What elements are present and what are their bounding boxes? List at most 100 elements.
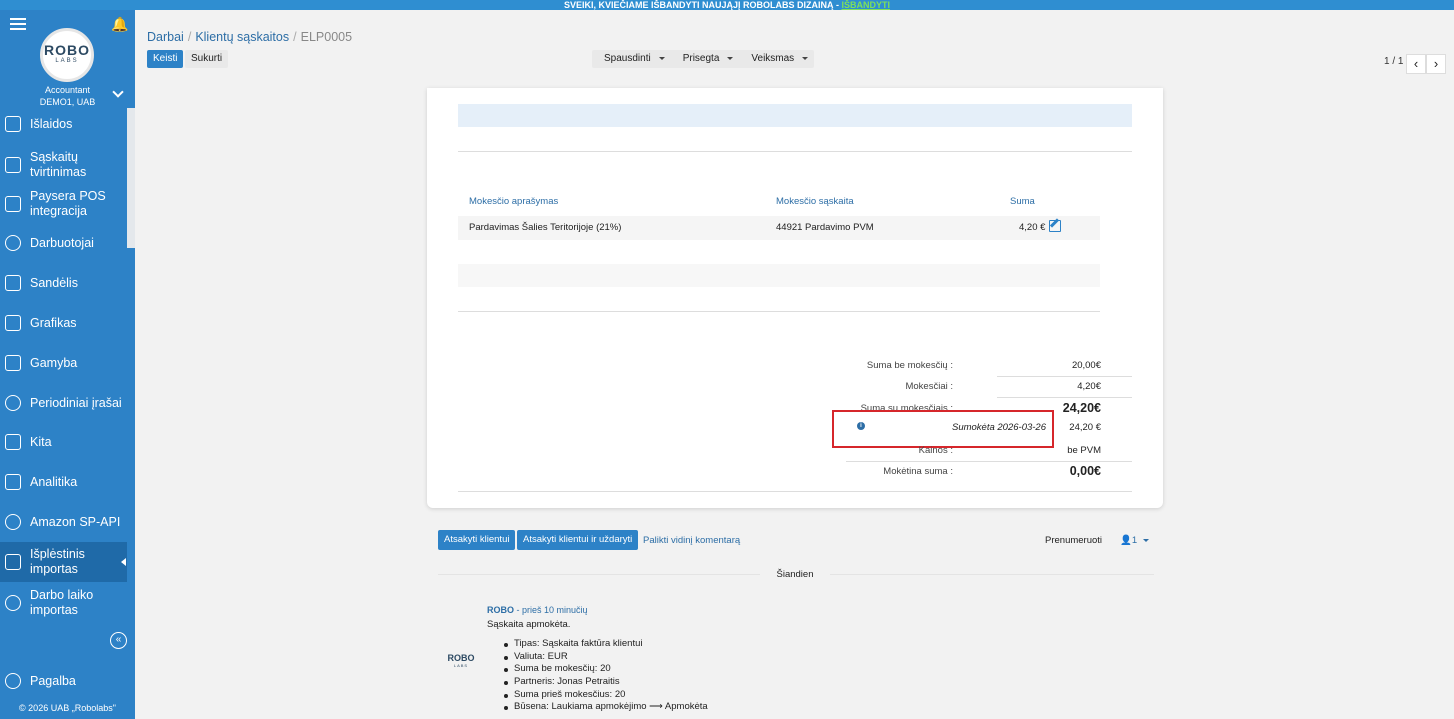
sidebar-item-label: Darbo laiko importas bbox=[30, 588, 94, 617]
avatar: ROBO LABS bbox=[447, 653, 475, 671]
caret-down-icon bbox=[658, 56, 665, 60]
tracking-values-list: Tipas: Sąskaita faktūra klientui Valiuta… bbox=[502, 638, 708, 714]
top-banner: SVEIKI, KVIEČIAME IŠBANDYTI NAUJĄJĮ ROBO… bbox=[0, 0, 1454, 10]
message-header: ROBO - prieš 10 minučių bbox=[487, 605, 588, 615]
sidebar-item-sandelis[interactable]: Sandėlis bbox=[0, 272, 127, 294]
attached-dropdown[interactable]: Prisegta bbox=[671, 50, 740, 68]
message-author[interactable]: ROBO bbox=[487, 605, 514, 615]
sidebar-item-analitika[interactable]: Analitika bbox=[0, 471, 127, 493]
sidebar-item-label: Periodiniai įrašai bbox=[30, 395, 122, 410]
untaxed-value: 20,00€ bbox=[1071, 360, 1101, 371]
tax-row-amount: 4,20 € bbox=[1019, 222, 1046, 233]
divider bbox=[997, 376, 1132, 377]
sidebar-item-gamyba[interactable]: Gamyba bbox=[0, 352, 127, 374]
list-item: Valiuta: EUR bbox=[502, 651, 708, 664]
amount-due-value: 0,00€ bbox=[1069, 464, 1101, 478]
logo-subtext: LABS bbox=[55, 58, 79, 64]
sidebar-item-pagalba[interactable]: Pagalba bbox=[0, 670, 127, 692]
chevron-right-icon: › bbox=[1433, 56, 1439, 71]
info-icon[interactable]: i bbox=[857, 422, 865, 430]
create-button[interactable]: Sukurti bbox=[185, 50, 229, 68]
followers-count: 1 bbox=[1131, 535, 1138, 546]
user-icon: 👤 bbox=[1120, 535, 1132, 546]
sidebar-item-label: Pagalba bbox=[30, 673, 76, 688]
tax-row-description: Pardavimas Šalies Teritorijoje (21%) bbox=[469, 222, 622, 233]
internal-note-link[interactable]: Palikti vidinį komentarą bbox=[643, 535, 740, 546]
sidebar-item-label: Amazon SP-API bbox=[30, 514, 121, 529]
message-time: - prieš 10 minučių bbox=[514, 605, 588, 615]
amount-due-label: Mokėtina suma : bbox=[883, 466, 953, 477]
edit-icon[interactable] bbox=[1049, 220, 1061, 232]
banner-text: SVEIKI, KVIEČIAME IŠBANDYTI NAUJĄJĮ ROBO… bbox=[563, 0, 842, 10]
prices-value: be PVM bbox=[1067, 445, 1101, 456]
import-icon bbox=[5, 554, 21, 570]
divider bbox=[458, 311, 1100, 312]
cloud-icon bbox=[5, 514, 21, 530]
subscribe-button[interactable]: Prenumeruoti bbox=[1045, 535, 1102, 546]
account-company: DEMO1, UAB bbox=[39, 97, 96, 107]
hamburger-icon[interactable] bbox=[10, 18, 26, 30]
divider bbox=[997, 397, 1132, 398]
list-item: Būsena: Laukiama apmokėjimo ⟶ Apmokėta bbox=[502, 701, 708, 714]
prices-label: Kainos : bbox=[918, 445, 953, 456]
truck-icon bbox=[5, 275, 21, 291]
taxes-label: Mokesčiai : bbox=[905, 381, 953, 392]
refresh-icon bbox=[5, 395, 21, 411]
try-new-design-link[interactable]: IŠBANDYTI bbox=[842, 0, 891, 10]
bell-icon[interactable]: 🔔 bbox=[111, 16, 128, 33]
edit-button[interactable]: Keisti bbox=[147, 50, 184, 68]
sidebar-item-darbuotojai[interactable]: Darbuotojai bbox=[0, 232, 127, 254]
caret-down-icon bbox=[802, 56, 809, 60]
sidebar-item-label: Kita bbox=[30, 434, 52, 449]
sidebar-item-grafikas[interactable]: Grafikas bbox=[0, 312, 127, 334]
sidebar-item-amazon-sp-api[interactable]: Amazon SP-API bbox=[0, 511, 127, 533]
caret-down-icon bbox=[1143, 538, 1150, 542]
attached-label: Prisegta bbox=[682, 53, 720, 64]
sidebar-item-darbo-laiko-importas[interactable]: Darbo laiko importas bbox=[0, 586, 127, 620]
actions-label: Veiksmas bbox=[751, 53, 795, 64]
sidebar-item-saskaitu-tvirtinimas[interactable]: Sąskaitų tvirtinimas bbox=[0, 148, 127, 182]
breadcrumb: Darbai / Klientų sąskaitos / ELP0005 bbox=[147, 30, 353, 44]
divider bbox=[458, 491, 1132, 492]
chevron-left-icon: ‹ bbox=[1413, 56, 1419, 71]
list-icon bbox=[5, 434, 21, 450]
untaxed-label: Suma be mokesčių : bbox=[866, 360, 953, 371]
divider bbox=[458, 151, 1132, 152]
print-dropdown[interactable]: Spausdinti bbox=[592, 50, 671, 68]
sidebar-item-islaidos[interactable]: Išlaidos bbox=[0, 116, 127, 132]
company-logo: ROBO LABS bbox=[40, 28, 94, 82]
breadcrumb-darbai[interactable]: Darbai bbox=[147, 30, 184, 44]
breadcrumb-klientu-saskaitos[interactable]: Klientų sąskaitos bbox=[195, 30, 289, 44]
sidebar-item-label: Grafikas bbox=[30, 315, 77, 330]
reply-customer-button[interactable]: Atsakyti klientui bbox=[438, 530, 516, 550]
divider bbox=[846, 461, 1132, 462]
tax-header-description: Mokesčio aprašymas bbox=[469, 196, 559, 207]
tax-header-amount: Suma bbox=[1010, 196, 1035, 207]
previous-record-button[interactable]: ‹ bbox=[1406, 54, 1426, 74]
avatar-subtext: LABS bbox=[453, 663, 469, 668]
taxes-value: 4,20€ bbox=[1077, 381, 1101, 392]
sidebar-item-paysera-pos[interactable]: Paysera POS integracija bbox=[0, 187, 127, 221]
actions-dropdown[interactable]: Veiksmas bbox=[739, 50, 814, 68]
list-item: Suma prieš mokesčius: 20 bbox=[502, 689, 708, 702]
help-icon bbox=[5, 673, 21, 689]
sidebar-item-label: Darbuotojai bbox=[30, 235, 94, 250]
sidebar-item-label: Sąskaitų tvirtinimas bbox=[30, 150, 87, 179]
tax-header-account: Mokesčio sąskaita bbox=[776, 196, 854, 207]
calendar-user-icon bbox=[5, 315, 21, 331]
user-icon bbox=[5, 235, 21, 251]
sidebar-item-label: Sandėlis bbox=[30, 275, 78, 290]
reply-close-button[interactable]: Atsakyti klientui ir uždaryti bbox=[517, 530, 639, 550]
sidebar-item-isplestinis-importas[interactable]: Išplėstinis importas bbox=[0, 542, 127, 582]
next-record-button[interactable]: › bbox=[1426, 54, 1446, 74]
caret-down-icon bbox=[727, 56, 734, 60]
sidebar-item-kita[interactable]: Kita bbox=[0, 431, 127, 453]
clock-icon bbox=[5, 595, 21, 611]
collapse-sidebar-icon[interactable]: « bbox=[110, 632, 127, 649]
sidebar-scrollbar[interactable] bbox=[127, 108, 135, 248]
tax-table-footer bbox=[458, 264, 1100, 287]
invoice-lines-footer bbox=[458, 104, 1132, 127]
sidebar-item-periodiniai-irasai[interactable]: Periodiniai įrašai bbox=[0, 392, 127, 414]
followers-dropdown[interactable]: 👤1 bbox=[1120, 535, 1150, 546]
list-item: Partneris: Jonas Petraitis bbox=[502, 676, 708, 689]
